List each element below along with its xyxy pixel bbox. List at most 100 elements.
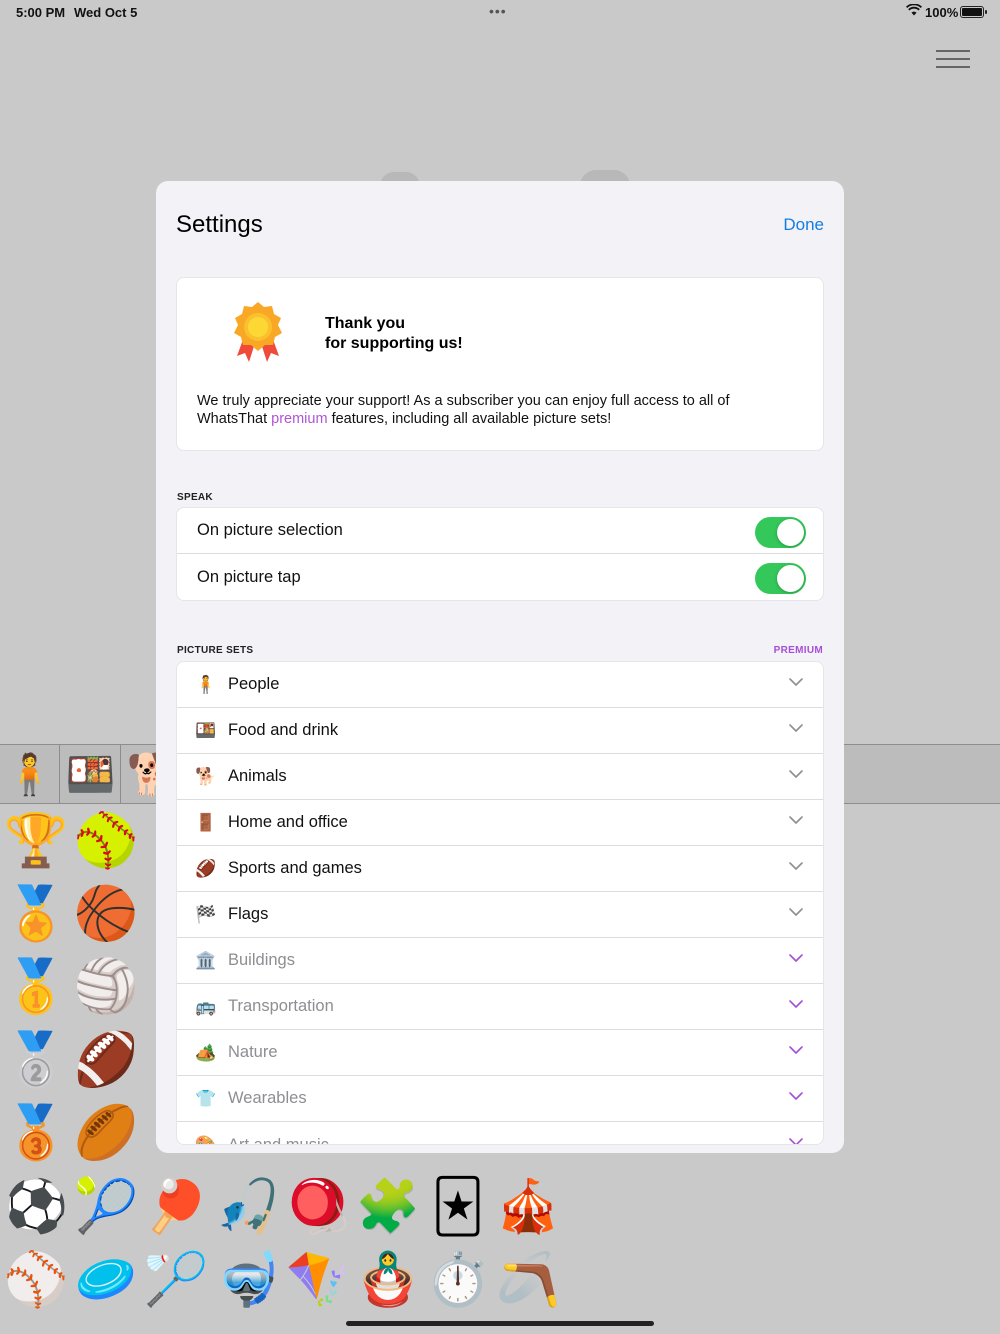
thanks-title: Thank you for supporting us! bbox=[325, 314, 463, 354]
settings-modal: Settings Done Thank you for supporting u… bbox=[156, 181, 844, 1153]
picture-set-wearables[interactable]: 👕 Wearables bbox=[177, 1076, 823, 1122]
picture-cell[interactable]: 🏸 bbox=[142, 1246, 210, 1314]
bus-icon: 🚌 bbox=[195, 996, 217, 1016]
picture-sets-section-header: PICTURE SETS bbox=[177, 645, 254, 656]
tshirt-icon: 👕 bbox=[195, 1088, 217, 1108]
status-time: 5:00 PM bbox=[16, 5, 66, 20]
picture-set-flags[interactable]: 🏁 Flags bbox=[177, 892, 823, 938]
picture-set-animals[interactable]: 🐕 Animals bbox=[177, 754, 823, 800]
speak-selection-toggle[interactable] bbox=[755, 517, 806, 548]
chevron-down-icon bbox=[789, 954, 803, 966]
chevron-down-icon bbox=[789, 862, 803, 874]
picture-cell[interactable]: ⏱️ bbox=[424, 1246, 492, 1314]
picture-cell[interactable]: 🎣 bbox=[214, 1173, 282, 1241]
picture-set-label: Animals bbox=[228, 767, 287, 785]
wifi-icon bbox=[905, 3, 923, 19]
checkered-flag-icon: 🏁 bbox=[195, 904, 217, 924]
speak-tap-toggle[interactable] bbox=[755, 563, 806, 594]
speak-row-label: On picture tap bbox=[197, 567, 301, 586]
picture-set-label: Flags bbox=[228, 905, 269, 923]
category-tab[interactable]: 🍱 bbox=[61, 745, 121, 803]
speak-row-label: On picture selection bbox=[197, 521, 343, 539]
status-bar: 5:00 PM Wed Oct 5 ••• 100% bbox=[0, 0, 1000, 24]
picture-set-label: Nature bbox=[228, 1043, 278, 1061]
picture-sets-list: 🧍 People 🍱 Food and drink 🐕 Animals 🚪 Ho… bbox=[176, 661, 824, 1145]
picture-cell[interactable]: 🧩 bbox=[354, 1173, 422, 1241]
picture-cell[interactable]: 🪆 bbox=[354, 1246, 422, 1314]
chevron-down-icon bbox=[789, 1092, 803, 1104]
picture-cell[interactable]: 🏐 bbox=[72, 953, 140, 1021]
speak-section-header: SPEAK bbox=[177, 492, 213, 503]
support-text-end: features, including all available pictur… bbox=[327, 411, 612, 427]
chevron-down-icon bbox=[789, 908, 803, 920]
picture-set-food[interactable]: 🍱 Food and drink bbox=[177, 708, 823, 754]
status-date: Wed Oct 5 bbox=[74, 5, 138, 20]
thanks-line-1: Thank you bbox=[325, 315, 406, 332]
battery-percent: 100% bbox=[925, 5, 959, 20]
picture-cell[interactable]: 🏆 bbox=[2, 807, 70, 875]
home-indicator[interactable] bbox=[346, 1321, 654, 1326]
picture-cell[interactable]: 🪀 bbox=[284, 1173, 352, 1241]
speak-row-tap: On picture tap bbox=[177, 554, 823, 600]
picture-cell[interactable]: 🥇 bbox=[2, 953, 70, 1021]
picture-cell[interactable]: 🃏 bbox=[424, 1173, 492, 1241]
palette-icon: 🎨 bbox=[195, 1135, 217, 1145]
dog-icon: 🐕 bbox=[195, 766, 217, 786]
picture-cell[interactable]: 🏓 bbox=[142, 1173, 210, 1241]
picture-set-nature[interactable]: 🏕️ Nature bbox=[177, 1030, 823, 1076]
speak-group: On picture selection On picture tap bbox=[176, 507, 824, 601]
picture-cell[interactable]: 🥎 bbox=[72, 807, 140, 875]
picture-set-home[interactable]: 🚪 Home and office bbox=[177, 800, 823, 846]
battery-icon bbox=[960, 6, 987, 18]
football-icon: 🏈 bbox=[195, 858, 217, 878]
picture-set-sports[interactable]: 🏈 Sports and games bbox=[177, 846, 823, 892]
picture-cell[interactable]: 🎪 bbox=[494, 1173, 562, 1241]
picture-cell[interactable]: ⚽ bbox=[2, 1173, 70, 1241]
bento-box-icon: 🍱 bbox=[195, 720, 217, 740]
chevron-down-icon bbox=[789, 1138, 803, 1144]
chevron-down-icon bbox=[789, 1046, 803, 1058]
premium-link[interactable]: premium bbox=[271, 411, 327, 427]
picture-set-label: Home and office bbox=[228, 813, 348, 831]
picture-set-label: Wearables bbox=[228, 1089, 307, 1107]
picture-set-buildings[interactable]: 🏛️ Buildings bbox=[177, 938, 823, 984]
picture-set-label: Sports and games bbox=[228, 859, 362, 877]
picture-cell[interactable]: 🥉 bbox=[2, 1099, 70, 1167]
support-message: We truly appreciate your support! As a s… bbox=[197, 392, 797, 428]
premium-label: PREMIUM bbox=[773, 645, 823, 656]
picture-set-people[interactable]: 🧍 People bbox=[177, 662, 823, 708]
picture-cell[interactable]: ⚾ bbox=[2, 1246, 70, 1314]
picture-cell[interactable]: 🏈 bbox=[72, 1026, 140, 1094]
picture-set-label: Transportation bbox=[228, 997, 334, 1015]
speak-row-selection: On picture selection bbox=[177, 508, 823, 554]
camping-icon: 🏕️ bbox=[195, 1042, 217, 1062]
menu-icon[interactable] bbox=[936, 50, 970, 70]
picture-cell[interactable]: 🏅 bbox=[2, 880, 70, 948]
support-card: Thank you for supporting us! We truly ap… bbox=[176, 277, 824, 451]
picture-cell[interactable]: 🪃 bbox=[494, 1246, 562, 1314]
done-button[interactable]: Done bbox=[783, 215, 824, 235]
picture-cell[interactable]: 🏉 bbox=[72, 1099, 140, 1167]
category-tab[interactable]: 🧍 bbox=[0, 745, 60, 803]
picture-set-transportation[interactable]: 🚌 Transportation bbox=[177, 984, 823, 1030]
page-title: Settings bbox=[176, 211, 263, 238]
door-icon: 🚪 bbox=[195, 812, 217, 832]
picture-cell[interactable]: 🏀 bbox=[72, 880, 140, 948]
thanks-line-2: for supporting us! bbox=[325, 335, 463, 352]
chevron-down-icon bbox=[789, 1000, 803, 1012]
picture-set-label: Art and music bbox=[228, 1135, 329, 1145]
multitasking-dots-icon[interactable]: ••• bbox=[489, 3, 507, 19]
award-ribbon-icon bbox=[231, 300, 285, 366]
picture-cell[interactable]: 🥏 bbox=[72, 1246, 140, 1314]
picture-cell[interactable]: 🎾 bbox=[72, 1173, 140, 1241]
picture-set-label: Food and drink bbox=[228, 721, 339, 739]
picture-set-label: People bbox=[228, 675, 280, 693]
picture-cell[interactable]: 🪁 bbox=[284, 1246, 352, 1314]
picture-set-label: Buildings bbox=[228, 951, 295, 969]
picture-cell[interactable]: 🥈 bbox=[2, 1026, 70, 1094]
people-icon: 🧍 bbox=[195, 674, 217, 694]
chevron-down-icon bbox=[789, 678, 803, 690]
chevron-down-icon bbox=[789, 770, 803, 782]
picture-set-art[interactable]: 🎨 Art and music bbox=[177, 1122, 823, 1145]
picture-cell[interactable]: 🤿 bbox=[214, 1246, 282, 1314]
